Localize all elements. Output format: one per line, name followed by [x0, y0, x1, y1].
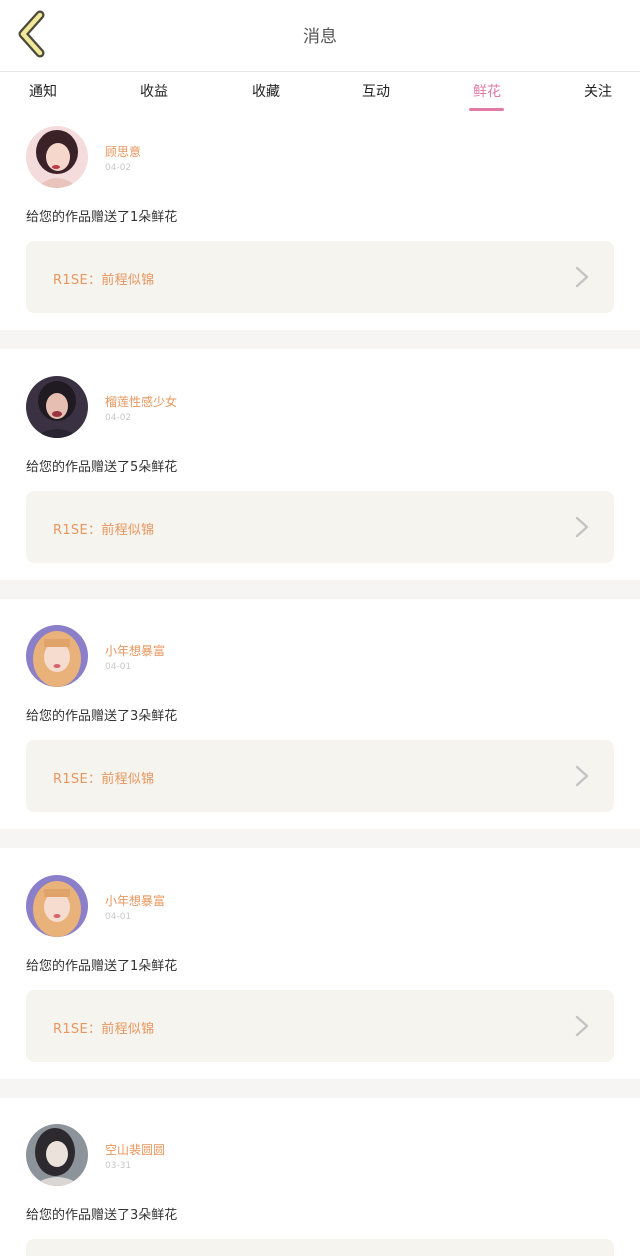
messages-page: 消息 通知 收益 收藏 互动 鲜花 关注 顾思意 04-02 给您的作品赠送了1… — [0, 0, 640, 1256]
message-date: 03-31 — [105, 1161, 132, 1171]
tab-bar: 通知 收益 收藏 互动 鲜花 关注 — [0, 72, 640, 114]
sender-name[interactable]: 小年想暴富 — [105, 892, 165, 909]
message-card: 榴莲性感少女 04-02 给您的作品赠送了5朵鲜花 R1SE：前程似锦 — [0, 366, 640, 580]
tab-flowers[interactable]: 鲜花 — [473, 81, 501, 101]
message-date: 04-02 — [105, 413, 132, 423]
work-link[interactable]: R1SE：前程似锦 — [26, 990, 614, 1062]
work-title: R1SE：前程似锦 — [53, 273, 155, 288]
message-text: 给您的作品赠送了1朵鲜花 — [26, 959, 178, 974]
tab-interactions[interactable]: 互动 — [362, 81, 390, 101]
message-card: 顾思意 04-02 给您的作品赠送了1朵鲜花 R1SE：前程似锦 — [0, 116, 640, 330]
card-divider — [0, 330, 640, 349]
tab-earnings[interactable]: 收益 — [140, 81, 168, 101]
message-date: 04-02 — [105, 163, 132, 173]
message-card: 空山裴圆圆 03-31 给您的作品赠送了3朵鲜花 — [0, 1114, 640, 1256]
avatar[interactable] — [26, 126, 88, 188]
card-divider — [0, 1079, 640, 1098]
message-card: 小年想暴富 04-01 给您的作品赠送了3朵鲜花 R1SE：前程似锦 — [0, 615, 640, 829]
sender-name[interactable]: 小年想暴富 — [105, 642, 165, 659]
tab-notifications[interactable]: 通知 — [29, 81, 57, 101]
sender-name[interactable]: 空山裴圆圆 — [105, 1141, 165, 1158]
chevron-right-icon — [575, 516, 589, 538]
message-card: 小年想暴富 04-01 给您的作品赠送了1朵鲜花 R1SE：前程似锦 — [0, 865, 640, 1079]
tab-favorites[interactable]: 收藏 — [252, 81, 280, 101]
chevron-right-icon — [575, 765, 589, 787]
message-date: 04-01 — [105, 662, 132, 672]
avatar[interactable] — [26, 625, 88, 687]
tab-following[interactable]: 关注 — [584, 81, 612, 101]
message-date: 04-01 — [105, 912, 132, 922]
card-divider — [0, 829, 640, 848]
card-divider — [0, 580, 640, 599]
message-text: 给您的作品赠送了3朵鲜花 — [26, 1208, 178, 1223]
work-link[interactable]: R1SE：前程似锦 — [26, 740, 614, 812]
message-text: 给您的作品赠送了1朵鲜花 — [26, 210, 178, 225]
message-text: 给您的作品赠送了3朵鲜花 — [26, 709, 178, 724]
work-link[interactable]: R1SE：前程似锦 — [26, 491, 614, 563]
avatar[interactable] — [26, 376, 88, 438]
work-title: R1SE：前程似锦 — [53, 772, 155, 787]
chevron-right-icon — [575, 266, 589, 288]
page-title: 消息 — [303, 27, 337, 47]
chevron-right-icon — [575, 1015, 589, 1037]
work-title: R1SE：前程似锦 — [53, 523, 155, 538]
top-bar: 消息 — [0, 0, 640, 72]
message-text: 给您的作品赠送了5朵鲜花 — [26, 460, 178, 475]
avatar[interactable] — [26, 875, 88, 937]
work-title: R1SE：前程似锦 — [53, 1022, 155, 1037]
sender-name[interactable]: 顾思意 — [105, 143, 141, 160]
sender-name[interactable]: 榴莲性感少女 — [105, 393, 177, 410]
avatar[interactable] — [26, 1124, 88, 1186]
work-link[interactable] — [26, 1239, 614, 1256]
work-link[interactable]: R1SE：前程似锦 — [26, 241, 614, 313]
active-tab-indicator — [469, 108, 504, 111]
